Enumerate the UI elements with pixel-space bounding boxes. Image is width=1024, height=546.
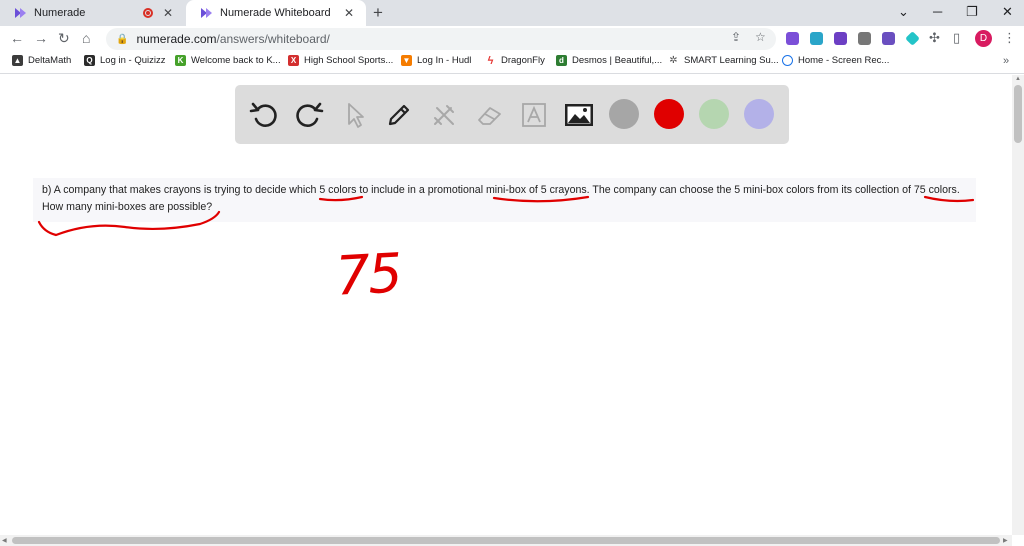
bookmark-hudl[interactable]: ▼ Log In - Hudl xyxy=(401,55,471,66)
minimize-button[interactable]: ─ xyxy=(933,4,942,19)
share-icon[interactable]: ⇪ xyxy=(731,30,741,44)
profile-avatar[interactable]: D xyxy=(975,30,992,47)
forward-icon[interactable]: → xyxy=(34,30,48,46)
extension-purple-icon[interactable] xyxy=(786,32,799,45)
numerade-logo-icon xyxy=(14,7,27,19)
back-icon[interactable]: ← xyxy=(10,30,24,46)
extension-numerade-icon[interactable] xyxy=(834,32,847,45)
bookmark-dragonfly[interactable]: ϟ DragonFly xyxy=(485,55,545,67)
tab-title: Numerade Whiteboard xyxy=(220,7,331,19)
image-icon[interactable] xyxy=(561,97,597,133)
extensions-puzzle-icon[interactable]: ✣ xyxy=(929,30,940,46)
numerade-logo-icon xyxy=(200,7,213,19)
url-host: numerade.com xyxy=(136,32,217,46)
bookmark-star-icon[interactable]: ☆ xyxy=(755,30,766,44)
scroll-right-icon[interactable]: ▶ xyxy=(1003,537,1008,544)
vertical-scrollbar[interactable]: ▲ xyxy=(1012,75,1024,535)
bookmark-smart[interactable]: ✲ SMART Learning Su... xyxy=(668,55,779,66)
color-green-swatch[interactable] xyxy=(699,99,729,129)
eraser-icon[interactable] xyxy=(471,97,507,133)
bookmarks-bar: ▲ DeltaMath Q Log in - Quizizz K Welcome… xyxy=(0,52,1024,74)
bookmark-deltamath[interactable]: ▲ DeltaMath xyxy=(12,55,71,66)
bookmark-kahoot[interactable]: K Welcome back to K... xyxy=(175,55,281,66)
pointer-icon[interactable] xyxy=(336,97,372,133)
bookmark-desmos[interactable]: d Desmos | Beautiful,... xyxy=(556,55,662,66)
more-bookmarks-icon[interactable]: » xyxy=(1003,55,1009,67)
screencastify-icon xyxy=(782,55,793,66)
bookmark-label: Home - Screen Rec... xyxy=(798,55,890,66)
highschool-sports-icon: X xyxy=(288,55,299,66)
color-red-swatch[interactable] xyxy=(654,99,684,129)
restore-button[interactable]: ❐ xyxy=(966,4,978,20)
tab-search-icon[interactable]: ⌄ xyxy=(898,4,909,20)
deltamath-icon: ▲ xyxy=(12,55,23,66)
pen-icon[interactable] xyxy=(381,97,417,133)
tab-numerade-whiteboard[interactable]: Numerade Whiteboard ✕ xyxy=(186,0,366,26)
extension-screen-icon[interactable] xyxy=(810,32,823,45)
color-lavender-swatch[interactable] xyxy=(744,99,774,129)
quizizz-icon: Q xyxy=(84,55,95,66)
tab-title: Numerade xyxy=(34,7,86,19)
bookmark-label: Welcome back to K... xyxy=(191,55,281,66)
close-window-button[interactable]: ✕ xyxy=(1002,4,1013,20)
horizontal-scroll-thumb[interactable] xyxy=(12,537,1000,544)
reload-icon[interactable]: ↻ xyxy=(58,30,70,47)
bookmark-label: High School Sports... xyxy=(304,55,394,66)
scroll-left-icon[interactable]: ◀ xyxy=(2,537,7,544)
address-bar[interactable]: 🔒 numerade.com /answers/whiteboard/ xyxy=(106,28,776,50)
close-tab-icon[interactable]: ✕ xyxy=(159,6,177,20)
new-tab-button[interactable]: + xyxy=(373,3,383,23)
kahoot-icon: K xyxy=(175,55,186,66)
color-gray-swatch[interactable] xyxy=(609,99,639,129)
bookmark-label: DeltaMath xyxy=(28,55,72,66)
tab-numerade[interactable]: Numerade ✕ xyxy=(0,0,185,26)
undo-icon[interactable] xyxy=(246,97,282,133)
extension-grid-icon[interactable] xyxy=(858,32,871,45)
handwritten-number: 75 xyxy=(334,241,402,307)
whiteboard-toolbar xyxy=(235,85,789,144)
bookmark-label: Log in - Quizizz xyxy=(100,55,166,66)
whiteboard-canvas[interactable]: 75 xyxy=(0,0,1024,546)
horizontal-scrollbar[interactable]: ◀ ▶ xyxy=(0,535,1012,546)
home-icon[interactable]: ⌂ xyxy=(82,30,90,46)
scroll-up-icon[interactable]: ▲ xyxy=(1015,76,1021,82)
browser-menu-icon[interactable]: ⋮ xyxy=(1003,30,1016,46)
question-text: b) A company that makes crayons is tryin… xyxy=(33,178,976,222)
tab-strip: Numerade ✕ Numerade Whiteboard ✕ + ⌄ ─ ❐… xyxy=(0,0,1024,26)
vertical-scroll-thumb[interactable] xyxy=(1014,85,1022,143)
bookmark-label: DragonFly xyxy=(501,55,545,66)
bookmark-label: SMART Learning Su... xyxy=(684,55,779,66)
dragonfly-icon: ϟ xyxy=(485,55,496,67)
text-icon[interactable] xyxy=(516,97,552,133)
bookmark-screen-recorder[interactable]: Home - Screen Rec... xyxy=(782,55,889,66)
bookmark-label: Log In - Hudl xyxy=(417,55,472,66)
close-tab-icon[interactable]: ✕ xyxy=(340,6,358,20)
hudl-icon: ▼ xyxy=(401,55,412,66)
smart-icon: ✲ xyxy=(668,55,679,66)
desmos-icon: d xyxy=(556,55,567,66)
url-path: /answers/whiteboard/ xyxy=(216,32,330,46)
recording-icon xyxy=(143,8,153,18)
bookmark-quizizz[interactable]: Q Log in - Quizizz xyxy=(84,55,165,66)
side-panel-icon[interactable]: ▯ xyxy=(953,30,960,46)
redo-icon[interactable] xyxy=(291,97,327,133)
lock-icon: 🔒 xyxy=(116,33,129,45)
extension-wave-icon[interactable] xyxy=(882,32,895,45)
bookmark-highschool-sports[interactable]: X High School Sports... xyxy=(288,55,393,66)
tools-icon[interactable] xyxy=(426,97,462,133)
extension-diamond-icon[interactable] xyxy=(905,31,920,46)
browser-toolbar: ← → ↻ ⌂ 🔒 numerade.com /answers/whiteboa… xyxy=(0,26,1024,52)
bookmark-label: Desmos | Beautiful,... xyxy=(572,55,663,66)
